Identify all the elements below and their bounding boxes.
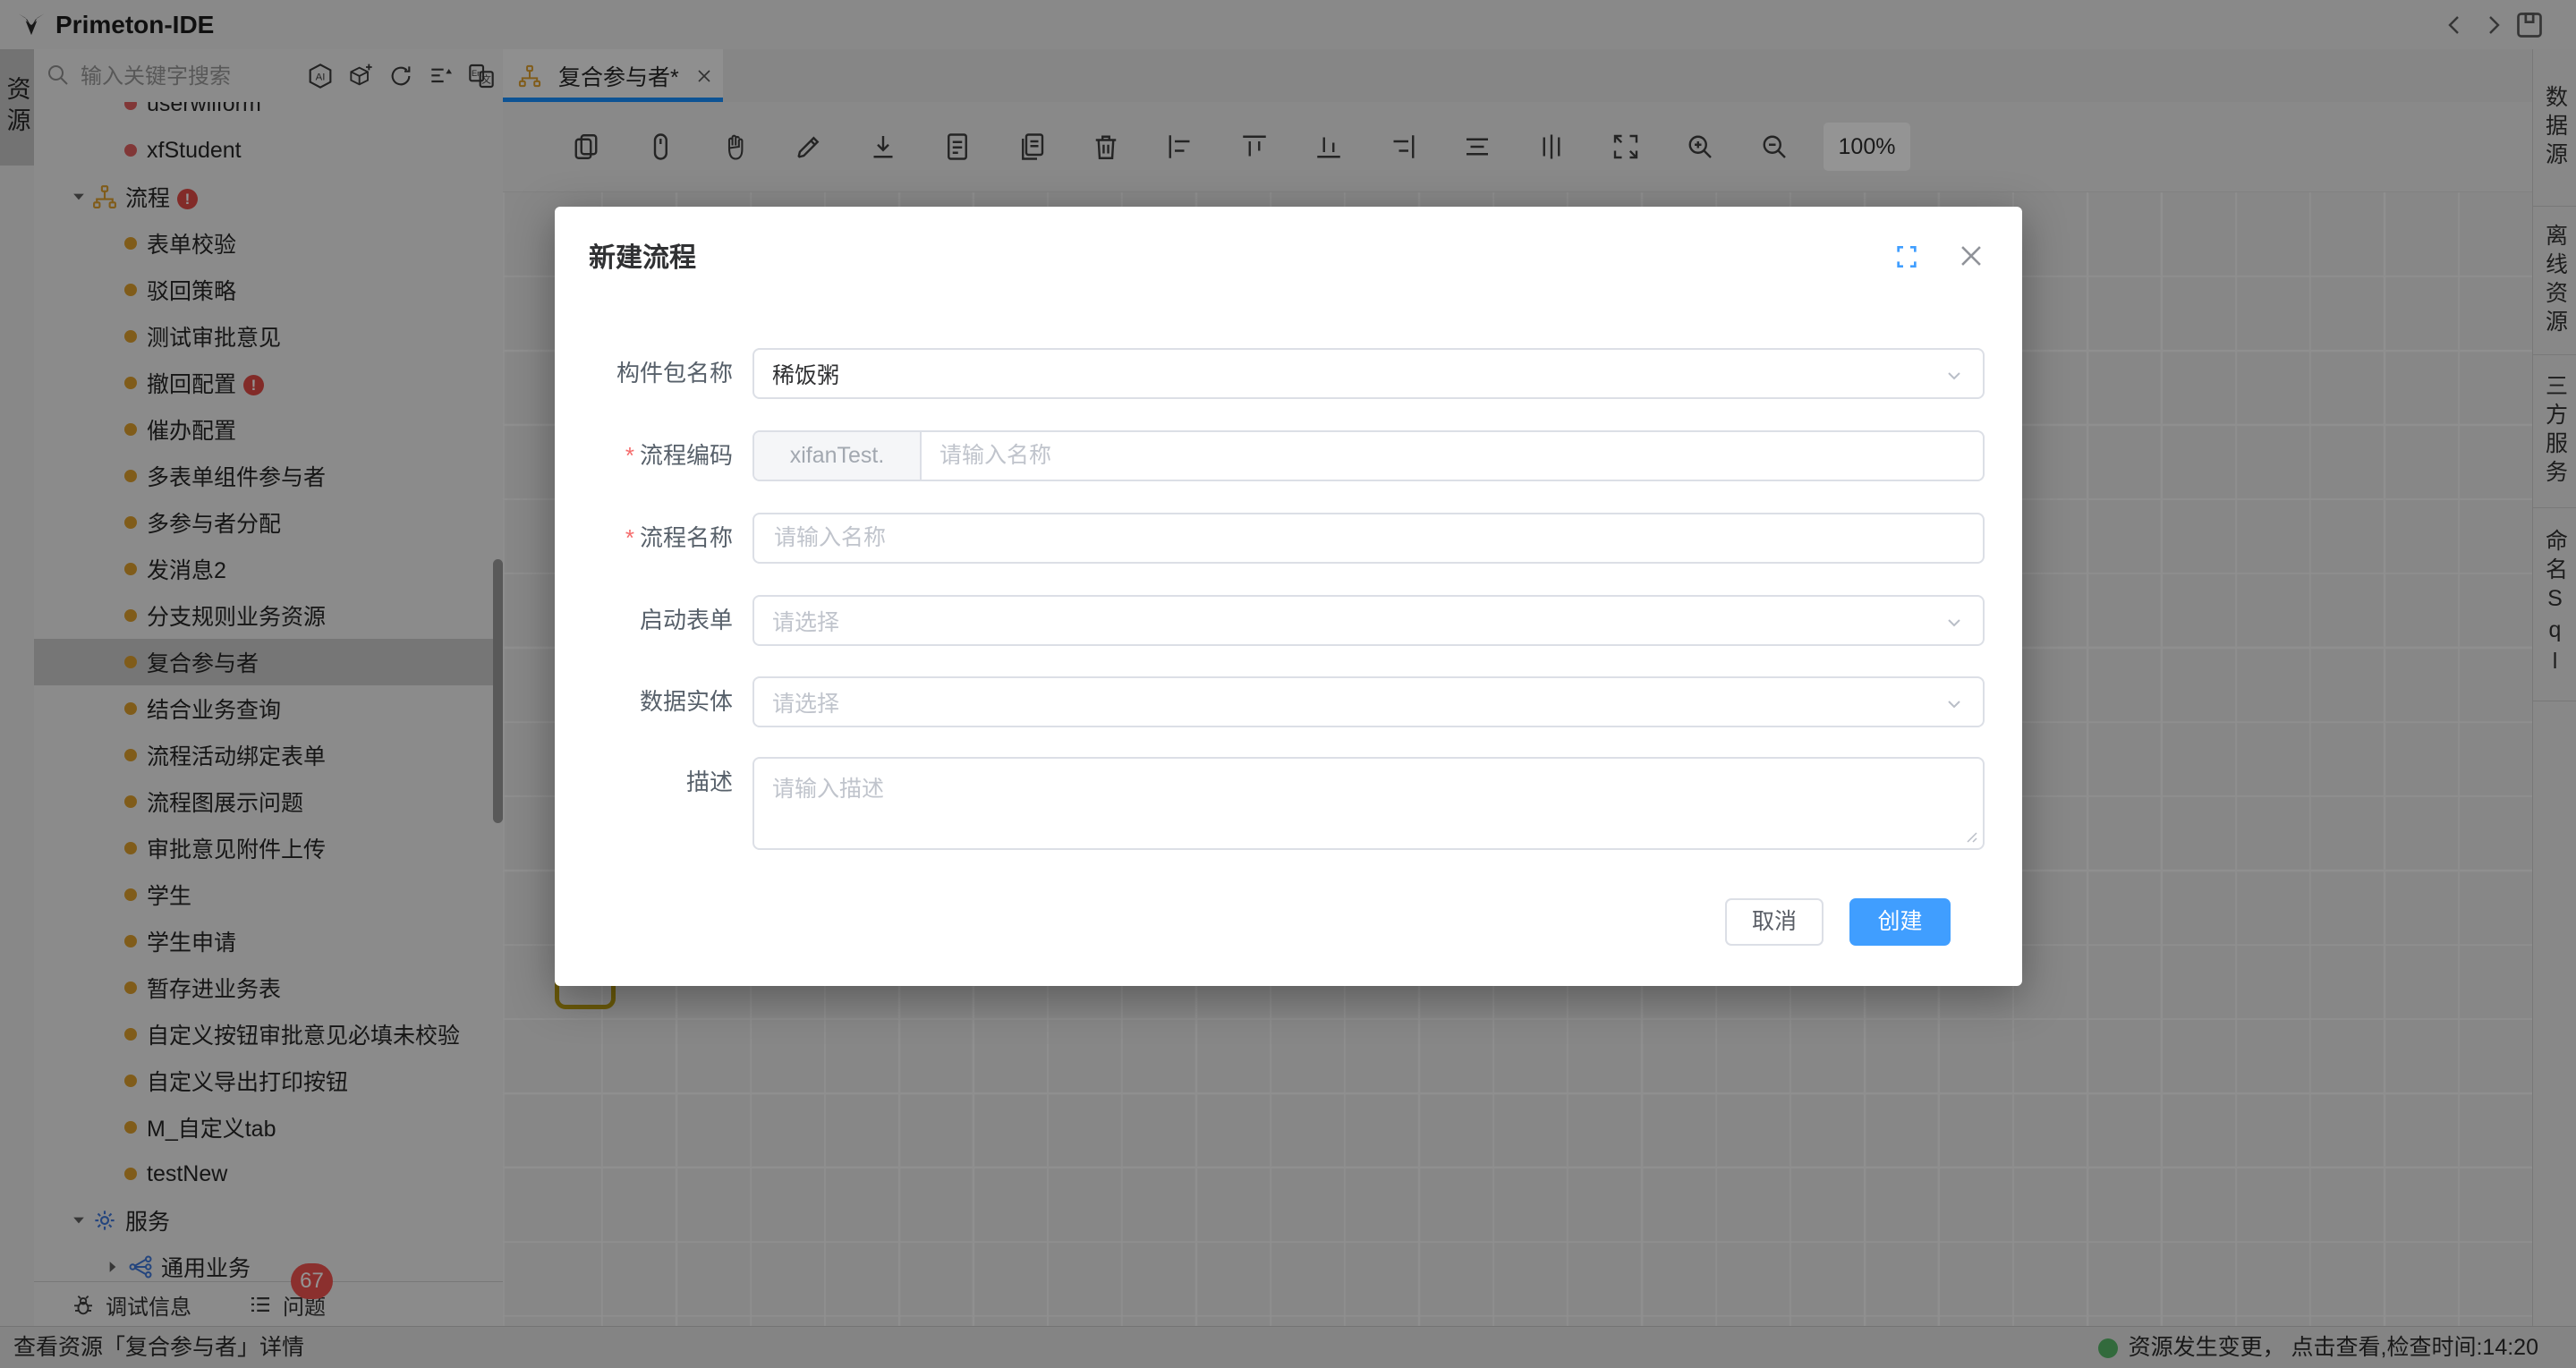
resize-grip-icon[interactable] <box>1963 828 1979 845</box>
close-icon[interactable] <box>1956 241 1986 271</box>
name-input-wrap <box>752 513 1985 564</box>
field-start-form-label: 启动表单 <box>640 595 733 646</box>
chevron-down-icon <box>1943 612 1965 633</box>
package-select[interactable]: 稀饭粥 <box>752 348 1985 399</box>
name-input[interactable] <box>772 514 1983 563</box>
code-input-group: xifanTest. <box>752 430 1985 481</box>
field-package: 构件包名称 稀饭粥 <box>555 348 2022 399</box>
field-name-label: *流程名称 <box>625 513 733 564</box>
field-name: *流程名称 <box>555 513 2022 564</box>
new-process-dialog: 新建流程 构件包名称 稀饭粥 *流程编码 xifanTest. <box>555 207 2022 986</box>
data-entity-placeholder: 请选择 <box>772 686 839 718</box>
package-select-value: 稀饭粥 <box>772 358 839 390</box>
field-code-label: *流程编码 <box>625 430 733 481</box>
create-button[interactable]: 创建 <box>1849 898 1951 946</box>
field-data-entity-label: 数据实体 <box>640 676 733 727</box>
start-form-select[interactable]: 请选择 <box>752 595 1985 646</box>
chevron-down-icon <box>1943 693 1965 715</box>
app-window: Primeton-IDE 资源 AIEn文 userwilformxfStude… <box>0 0 2576 1368</box>
field-data-entity: 数据实体 请选择 <box>555 676 2022 727</box>
start-form-placeholder: 请选择 <box>772 605 839 637</box>
dialog-title: 新建流程 <box>589 235 696 275</box>
field-start-form: 启动表单 请选择 <box>555 595 2022 646</box>
code-prefix: xifanTest. <box>754 432 922 480</box>
cancel-button[interactable]: 取消 <box>1725 898 1824 946</box>
field-package-label: 构件包名称 <box>616 348 733 399</box>
field-description-label: 描述 <box>686 757 733 808</box>
description-textarea-wrap <box>752 757 1985 850</box>
field-code: *流程编码 xifanTest. <box>555 430 2022 481</box>
code-input[interactable] <box>938 431 1983 480</box>
chevron-down-icon <box>1943 365 1965 387</box>
description-textarea[interactable] <box>754 759 1983 848</box>
fullscreen-icon[interactable] <box>1892 242 1921 271</box>
data-entity-select[interactable]: 请选择 <box>752 676 1985 727</box>
